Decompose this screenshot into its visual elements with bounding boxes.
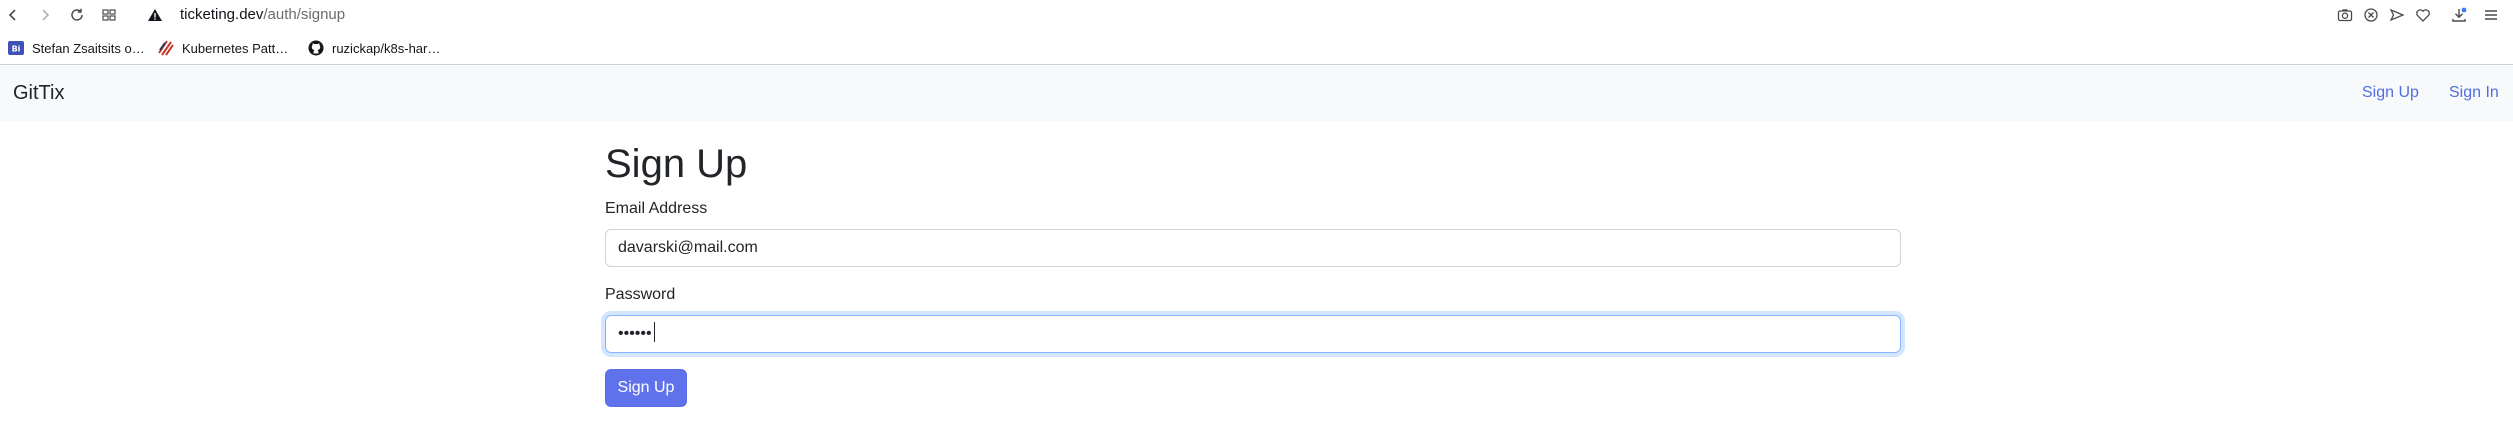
sign-up-button[interactable]: Sign Up	[605, 369, 687, 407]
password-value: ••••••	[618, 325, 652, 342]
email-field[interactable]: davarski@mail.com	[605, 229, 1901, 267]
screenshot-icon[interactable]	[2336, 6, 2354, 24]
bookmark-item[interactable]: ruzickap/k8s-har…	[308, 38, 440, 58]
forward-icon[interactable]	[36, 6, 54, 24]
send-icon[interactable]	[2388, 6, 2406, 24]
tab-grid-icon[interactable]	[100, 6, 118, 24]
bookmarks-bar: Bi Stefan Zsaitsits o… Kubernetes Patt… …	[0, 34, 2513, 62]
bookmark-label: Kubernetes Patt…	[182, 40, 289, 56]
url-bar[interactable]: ticketing.dev/auth/signup	[180, 6, 345, 24]
browser-toolbar: ticketing.dev/auth/signup	[0, 0, 2513, 30]
password-field[interactable]: ••••••	[605, 315, 1901, 353]
github-favicon-icon	[308, 40, 324, 56]
password-label: Password	[605, 286, 676, 303]
bookmark-label: ruzickap/k8s-har…	[332, 40, 441, 56]
menu-icon[interactable]	[2482, 6, 2500, 24]
stripes-favicon-icon	[158, 40, 174, 56]
nav-sign-up-link[interactable]: Sign Up	[2362, 83, 2419, 103]
downloads-icon[interactable]	[2450, 6, 2468, 24]
bookmark-item[interactable]: Bi Stefan Zsaitsits o…	[8, 38, 145, 58]
heart-icon[interactable]	[2414, 6, 2432, 24]
svg-text:Bi: Bi	[12, 45, 21, 54]
blocker-icon[interactable]	[2362, 6, 2380, 24]
url-host: ticketing.dev	[180, 6, 264, 23]
insecure-warning-icon[interactable]	[146, 6, 164, 24]
email-label: Email Address	[605, 200, 708, 217]
page-title: Sign Up	[605, 142, 748, 186]
site-navbar: GitTix Sign Up Sign In	[0, 65, 2513, 121]
bi-favicon-icon: Bi	[8, 40, 24, 56]
bookmark-label: Stefan Zsaitsits o…	[32, 40, 145, 56]
url-path: /auth/signup	[263, 6, 346, 23]
email-value: davarski@mail.com	[618, 239, 758, 256]
bookmark-item[interactable]: Kubernetes Patt…	[158, 38, 288, 58]
nav-sign-in-link[interactable]: Sign In	[2449, 83, 2499, 103]
back-icon[interactable]	[4, 6, 22, 24]
text-caret	[653, 322, 655, 343]
brand-link[interactable]: GitTix	[13, 81, 64, 105]
reload-icon[interactable]	[68, 6, 86, 24]
